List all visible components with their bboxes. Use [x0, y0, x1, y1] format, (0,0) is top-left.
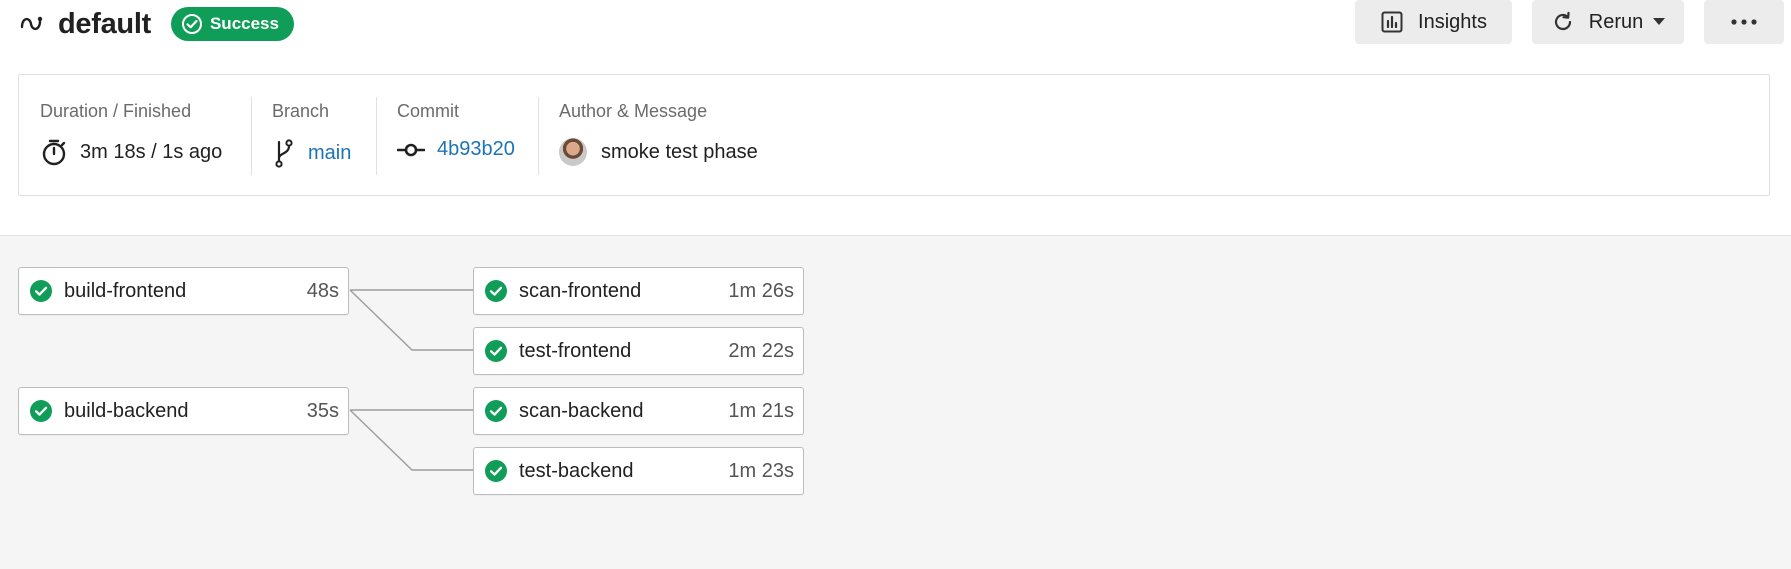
branch-icon — [272, 138, 296, 168]
branch-label: Branch — [272, 101, 330, 121]
job-card-build-backend[interactable]: build-backend 35s — [18, 387, 349, 435]
check-circle-icon — [485, 460, 507, 482]
job-card-scan-frontend[interactable]: scan-frontend 1m 26s — [473, 267, 804, 315]
job-card-test-frontend[interactable]: test-frontend 2m 22s — [473, 327, 804, 375]
more-horizontal-icon — [1731, 19, 1757, 25]
pipeline-summary-card: Duration / Finished 3m 18s / 1s ago Bran… — [18, 74, 1770, 196]
avatar — [559, 138, 587, 166]
author-label: Author & Message — [559, 101, 708, 121]
page-title: default — [58, 7, 151, 40]
status-label: Success — [209, 14, 279, 33]
check-circle-icon — [30, 280, 52, 302]
refresh-icon — [1551, 10, 1575, 34]
job-duration: 1m 21s — [728, 399, 794, 422]
job-duration: 1m 26s — [728, 279, 794, 302]
insights-button[interactable]: Insights — [1355, 0, 1512, 44]
job-card-test-backend[interactable]: test-backend 1m 23s — [473, 447, 804, 495]
chevron-down-icon — [1653, 18, 1666, 26]
duration-value: 3m 18s / 1s ago — [80, 140, 223, 163]
rerun-label: Rerun — [1588, 10, 1644, 33]
job-card-scan-backend[interactable]: scan-backend 1m 21s — [473, 387, 804, 435]
commit-link[interactable]: 4b93b20 — [437, 138, 515, 161]
commit-icon — [397, 143, 425, 157]
more-options-button[interactable] — [1704, 0, 1784, 44]
job-duration: 48s — [306, 279, 339, 302]
connector-line — [349, 289, 474, 351]
job-duration: 1m 23s — [728, 459, 794, 482]
job-duration: 2m 22s — [728, 339, 794, 362]
check-circle-icon — [30, 400, 52, 422]
branch-link[interactable]: main — [308, 142, 351, 165]
check-circle-icon — [485, 400, 507, 422]
job-name: build-frontend — [64, 279, 187, 302]
connector-line — [349, 409, 474, 471]
rerun-button[interactable]: Rerun — [1532, 0, 1684, 44]
status-badge: Success — [170, 7, 294, 41]
job-name: build-backend — [64, 399, 189, 422]
check-circle-icon — [485, 340, 507, 362]
job-name: scan-backend — [519, 399, 644, 422]
commit-label: Commit — [397, 101, 459, 121]
bar-chart-icon — [1380, 10, 1404, 34]
duration-label: Duration / Finished — [40, 101, 192, 121]
job-name: scan-frontend — [519, 279, 642, 302]
job-name: test-backend — [519, 459, 634, 482]
commit-message: smoke test phase — [601, 140, 758, 163]
check-circle-icon — [485, 280, 507, 302]
title-row: default Success — [20, 4, 294, 44]
stopwatch-icon — [40, 138, 68, 166]
field-divider — [376, 97, 377, 175]
job-duration: 35s — [306, 399, 339, 422]
pipeline-squiggle-icon — [20, 10, 48, 38]
pipeline-header: default Success Insights Rerun Duration … — [0, 0, 1791, 236]
check-circle-icon — [181, 14, 202, 34]
job-name: test-frontend — [519, 339, 632, 362]
field-divider — [251, 97, 252, 175]
job-card-build-frontend[interactable]: build-frontend 48s — [18, 267, 349, 315]
field-divider — [538, 97, 539, 175]
insights-label: Insights — [1418, 10, 1487, 33]
